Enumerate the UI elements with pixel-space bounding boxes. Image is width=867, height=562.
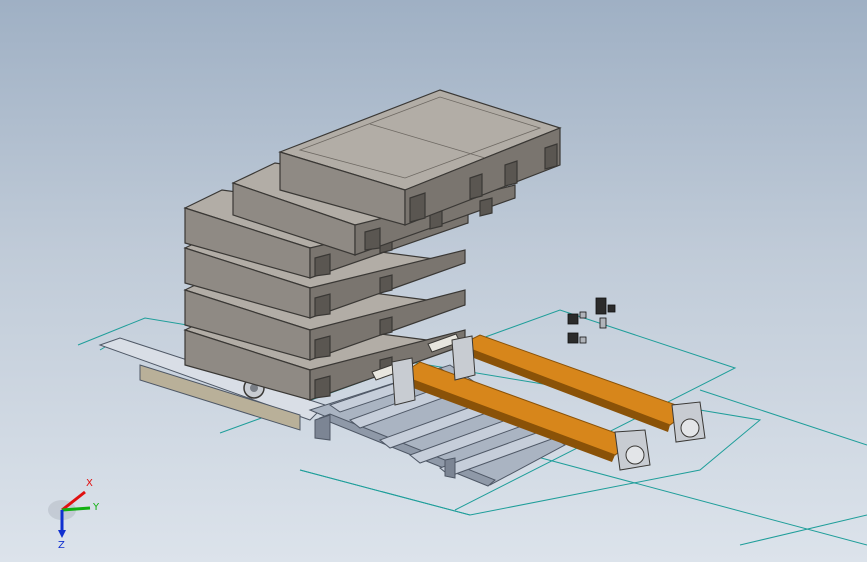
z-axis-label: Z (58, 540, 65, 550)
x-axis-label: X (86, 478, 93, 489)
y-axis-arrow (61, 506, 91, 512)
assembly-model[interactable] (0, 0, 867, 562)
coordinate-triad: X Y Z (48, 478, 100, 550)
y-axis-label: Y (92, 502, 100, 513)
cad-3d-viewport[interactable]: X Y Z (0, 0, 867, 562)
